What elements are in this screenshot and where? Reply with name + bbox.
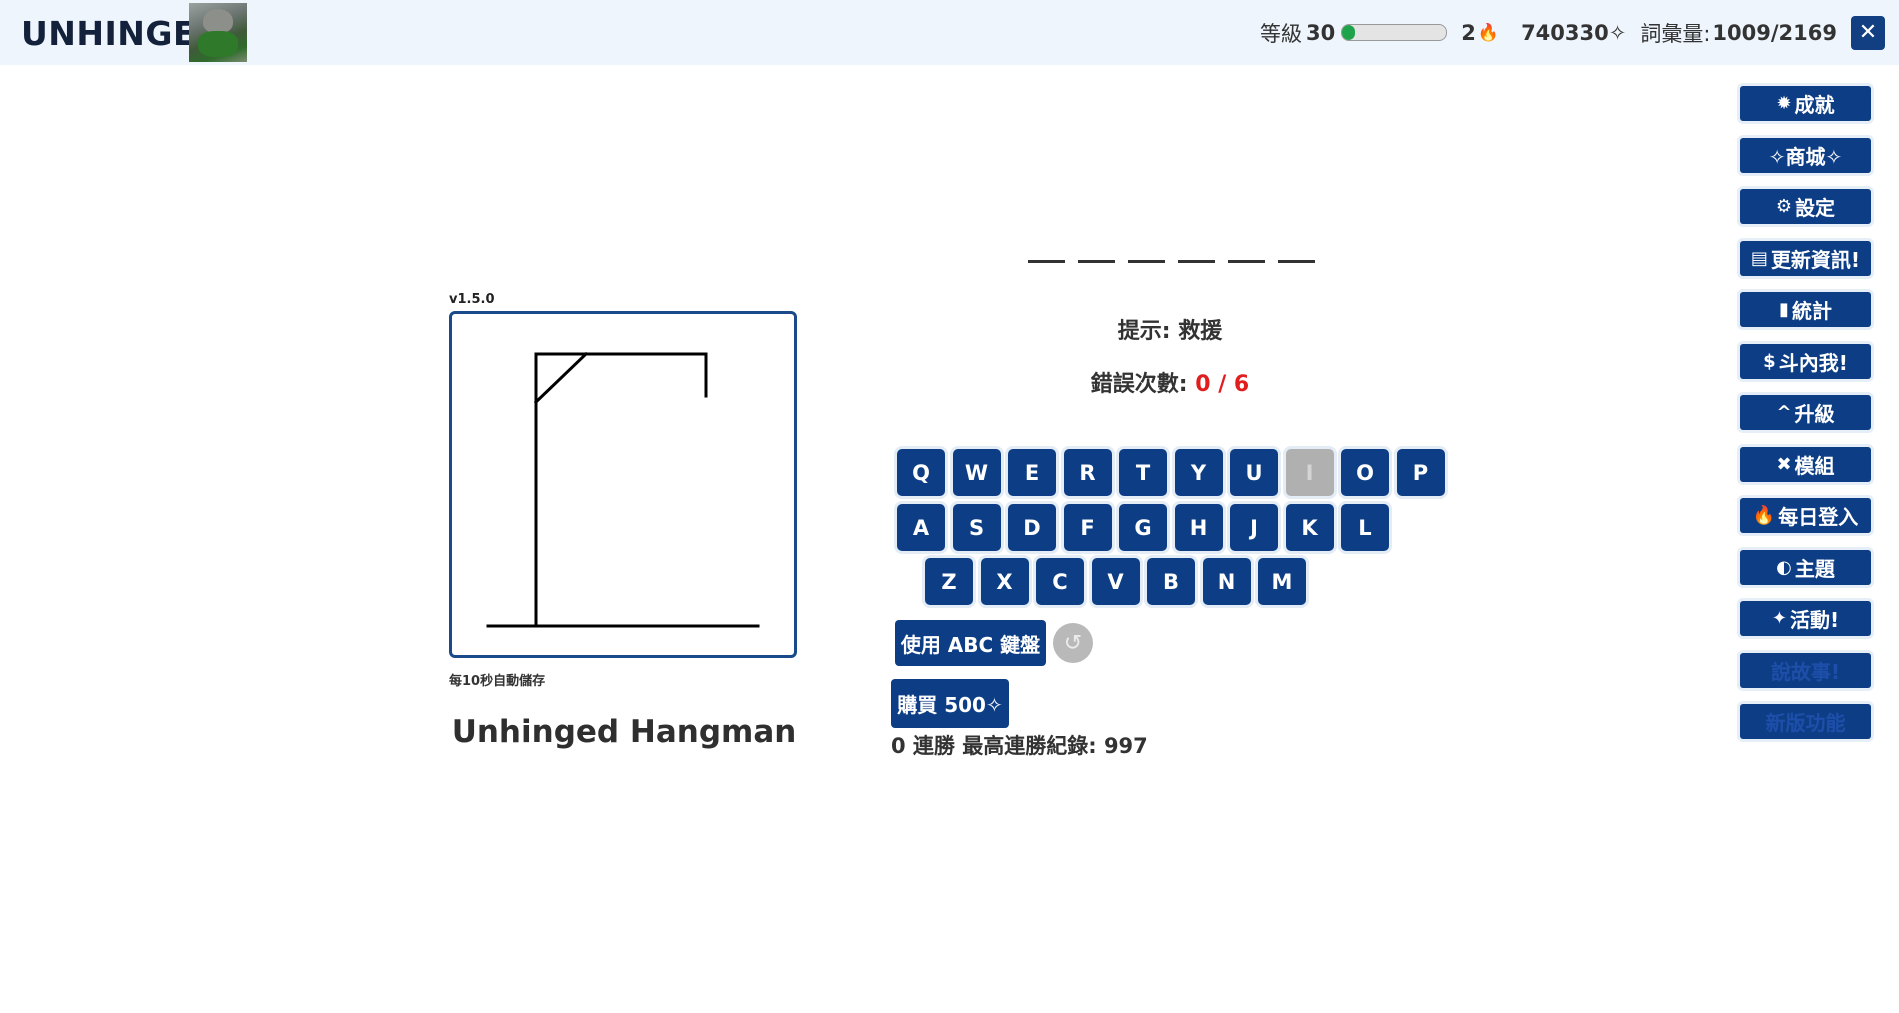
sidebar-item-label: 每日登入 xyxy=(1778,505,1859,529)
key-b[interactable]: B xyxy=(1147,558,1195,605)
sidebar-item-7[interactable]: ✖ 模組 xyxy=(1740,446,1871,482)
streak-record: 0 連勝 最高連勝紀錄: 997 xyxy=(891,734,1148,758)
coin-balance: 740330✧ xyxy=(1521,20,1627,45)
sidebar-item-3[interactable]: ▤ 更新資訊! xyxy=(1740,240,1871,276)
sidebar-item-label: 設定 xyxy=(1795,196,1836,220)
key-l[interactable]: L xyxy=(1341,504,1389,551)
sidebar-item-icon: ⚙ xyxy=(1775,196,1793,217)
sidebar-item-icon: ✦ xyxy=(1771,608,1787,629)
key-n[interactable]: N xyxy=(1202,558,1251,605)
top-bar: UNHINGED 等級 30 2 🔥 740330✧ 詞彙量: 1009/216… xyxy=(0,0,1899,65)
xp-progress-bar xyxy=(1341,24,1448,41)
sidebar-item-label: ✧商城✧ xyxy=(1768,144,1843,169)
sidebar-item-icon: ^ xyxy=(1776,402,1792,423)
sidebar-item-11[interactable]: 說故事! xyxy=(1740,652,1871,688)
sidebar-item-label: 說故事! xyxy=(1770,659,1841,684)
wrong-guesses-label: 錯誤次數: xyxy=(1090,372,1196,397)
hint-text: 提示: 救援 xyxy=(1117,319,1223,344)
key-i[interactable]: I xyxy=(1285,449,1334,496)
sidebar-item-label: 升級 xyxy=(1794,402,1835,426)
player-stats: 等級 30 2 🔥 740330✧ 詞彙量: 1009/2169 ✕ xyxy=(1260,0,1899,65)
key-c[interactable]: C xyxy=(1036,558,1084,605)
key-k[interactable]: K xyxy=(1285,504,1334,551)
key-t[interactable]: T xyxy=(1119,449,1167,496)
wrong-guesses-count: 0 / 6 xyxy=(1195,372,1250,397)
undo-icon[interactable]: ↺ xyxy=(1053,623,1093,663)
key-y[interactable]: Y xyxy=(1174,449,1223,496)
key-x[interactable]: X xyxy=(980,558,1029,605)
game-title: Unhinged Hangman xyxy=(451,714,797,750)
sidebar-item-1[interactable]: ✧商城✧ xyxy=(1740,137,1871,173)
sidebar-item-icon: ✹ xyxy=(1776,93,1792,114)
letter-blank xyxy=(1228,238,1265,263)
sidebar-item-label: 活動! xyxy=(1789,608,1840,632)
autosave-note: 每10秒自動儲存 xyxy=(449,674,546,689)
buy-button[interactable]: 購買 500✧ xyxy=(891,679,1009,728)
sidebar-item-icon: ▮ xyxy=(1779,299,1789,320)
key-v[interactable]: V xyxy=(1091,558,1140,605)
key-m[interactable]: M xyxy=(1258,558,1306,605)
cat-body-icon xyxy=(198,31,238,57)
letter-blank xyxy=(1178,238,1215,263)
key-e[interactable]: E xyxy=(1008,449,1056,496)
letter-blank xyxy=(1278,238,1315,263)
sidebar-item-5[interactable]: $ 斗內我! xyxy=(1740,343,1871,379)
fire-icon: 🔥 xyxy=(1477,22,1500,43)
wrong-guesses: 錯誤次數: 0 / 6 xyxy=(1020,366,1320,398)
streak-count: 2 xyxy=(1461,20,1476,45)
key-h[interactable]: H xyxy=(1174,504,1223,551)
sidebar-item-icon: 🔥 xyxy=(1752,505,1776,526)
key-j[interactable]: J xyxy=(1230,504,1278,551)
sidebar-item-2[interactable]: ⚙ 設定 xyxy=(1740,189,1871,224)
level-label: 等級 xyxy=(1260,21,1303,46)
gallows-drawing xyxy=(486,351,760,628)
close-button[interactable]: ✕ xyxy=(1851,15,1885,50)
letter-blank xyxy=(1078,238,1115,263)
sidebar-item-12[interactable]: 新版功能 xyxy=(1740,704,1871,739)
vocab-label: 詞彙量: xyxy=(1640,21,1711,46)
sidebar-item-0[interactable]: ✹ 成就 xyxy=(1740,86,1871,121)
level-value: 30 xyxy=(1306,20,1336,45)
key-o[interactable]: O xyxy=(1341,449,1389,496)
letter-blank xyxy=(1128,238,1165,263)
cat-face-icon xyxy=(203,9,233,33)
sidebar-item-6[interactable]: ^ 升級 xyxy=(1740,395,1871,430)
vocab-value: 1009/2169 xyxy=(1712,20,1837,45)
version-label: v1.5.0 xyxy=(449,292,495,307)
word-blanks xyxy=(1028,238,1315,263)
sidebar-item-label: 斗內我! xyxy=(1778,350,1848,375)
sidebar-item-icon: ✖ xyxy=(1776,453,1792,475)
key-f[interactable]: F xyxy=(1063,504,1112,551)
xp-progress-fill xyxy=(1342,25,1355,40)
sidebar-item-label: 新版功能 xyxy=(1765,711,1846,735)
sidebar-item-icon: ▤ xyxy=(1750,247,1768,269)
sidebar-item-label: 成就 xyxy=(1794,93,1835,117)
sidebar-item-8[interactable]: 🔥 每日登入 xyxy=(1740,498,1871,533)
key-d[interactable]: D xyxy=(1008,504,1056,551)
sidebar-item-9[interactable]: ◐ 主題 xyxy=(1740,549,1871,585)
sidebar-item-4[interactable]: ▮ 統計 xyxy=(1740,292,1871,327)
sidebar-item-label: 模組 xyxy=(1794,453,1835,478)
sidebar-item-icon: ◐ xyxy=(1776,556,1792,578)
key-g[interactable]: G xyxy=(1119,504,1167,551)
gallows-brace xyxy=(533,351,589,405)
key-w[interactable]: W xyxy=(952,449,1001,496)
sidebar-item-icon: $ xyxy=(1763,350,1776,372)
key-r[interactable]: R xyxy=(1063,449,1112,496)
sidebar-item-label: 更新資訊! xyxy=(1770,247,1861,272)
sidebar-item-10[interactable]: ✦ 活動! xyxy=(1740,601,1871,636)
key-s[interactable]: S xyxy=(952,504,1001,551)
key-p[interactable]: P xyxy=(1396,449,1445,496)
key-q[interactable]: Q xyxy=(897,449,945,496)
letter-blank xyxy=(1028,238,1065,263)
hangman-canvas xyxy=(449,311,797,658)
key-a[interactable]: A xyxy=(897,504,945,551)
sidebar-item-label: 統計 xyxy=(1791,299,1832,323)
sidebar-item-label: 主題 xyxy=(1794,556,1835,581)
brand-cat-image xyxy=(189,3,247,62)
abc-keyboard-button[interactable]: 使用 ABC 鍵盤 xyxy=(895,620,1046,666)
key-u[interactable]: U xyxy=(1230,449,1278,496)
key-z[interactable]: Z xyxy=(925,558,973,605)
